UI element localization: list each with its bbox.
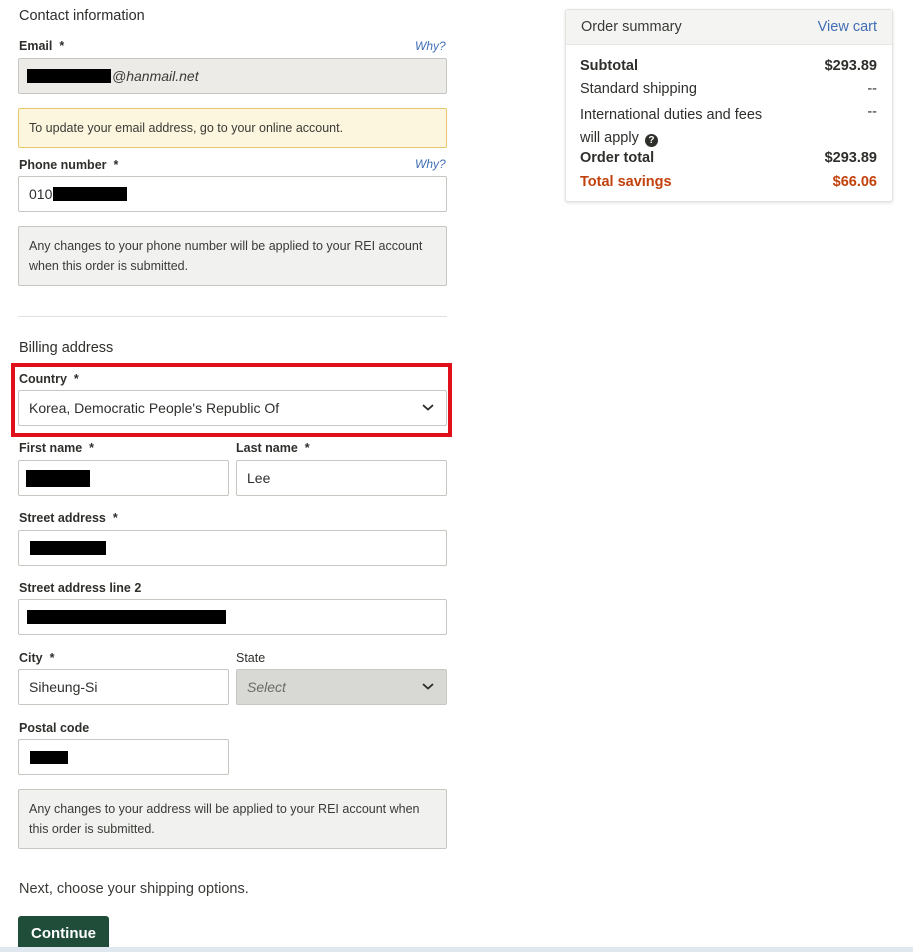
order-summary-title: Order summary xyxy=(581,19,682,35)
phone-why-link[interactable]: Why? xyxy=(415,157,446,171)
chevron-down-icon xyxy=(422,404,434,411)
street-address-2-label: Street address line 2 xyxy=(19,581,142,595)
duties-value: -- xyxy=(867,104,877,120)
street-address-redaction xyxy=(30,541,106,555)
postal-code-label: Postal code xyxy=(19,721,90,735)
continue-button[interactable]: Continue xyxy=(18,916,109,950)
state-label: State xyxy=(236,651,266,665)
order-total-label: Order total xyxy=(580,150,655,166)
order-summary-header: Order summary View cart xyxy=(566,10,892,45)
street-address-label: Street address * xyxy=(19,511,118,525)
total-savings-label: Total savings xyxy=(580,174,672,190)
first-name-label: First name * xyxy=(19,441,95,455)
country-label: Country * xyxy=(19,372,79,386)
duties-label: International duties and fees will apply… xyxy=(580,107,763,147)
contact-section-title: Contact information xyxy=(19,8,145,24)
street-address-field[interactable] xyxy=(18,530,447,566)
first-name-redaction xyxy=(26,469,90,487)
order-total-value: $293.89 xyxy=(824,150,877,166)
country-select[interactable]: Korea, Democratic People's Republic Of xyxy=(18,390,447,426)
section-divider xyxy=(18,316,447,317)
first-name-field[interactable] xyxy=(18,460,229,496)
email-field: @hanmail.net xyxy=(18,58,447,94)
city-label: City * xyxy=(19,651,55,665)
last-name-field[interactable]: Lee xyxy=(236,460,447,496)
city-field[interactable]: Siheung-Si xyxy=(18,669,229,705)
phone-label: Phone number * xyxy=(19,158,119,172)
total-savings-value: $66.06 xyxy=(832,174,877,190)
next-step-text: Next, choose your shipping options. xyxy=(19,881,249,897)
view-cart-link[interactable]: View cart xyxy=(818,19,877,35)
page-bottom-strip xyxy=(0,947,913,952)
phone-change-notice: Any changes to your phone number will be… xyxy=(18,226,447,286)
phone-redaction xyxy=(53,187,128,201)
address-change-notice: Any changes to your address will be appl… xyxy=(18,789,447,849)
email-redaction xyxy=(27,69,111,83)
phone-field[interactable]: 010 xyxy=(18,176,447,212)
subtotal-label: Subtotal xyxy=(580,58,638,74)
email-why-link[interactable]: Why? xyxy=(415,39,446,53)
email-update-notice: To update your email address, go to your… xyxy=(18,108,447,148)
postal-code-field[interactable] xyxy=(18,739,229,775)
state-select[interactable]: Select xyxy=(236,669,447,705)
chevron-down-icon xyxy=(422,683,434,690)
shipping-value: -- xyxy=(867,81,877,97)
billing-section-title: Billing address xyxy=(19,340,114,356)
shipping-label: Standard shipping xyxy=(580,81,697,97)
subtotal-value: $293.89 xyxy=(824,58,877,74)
last-name-label: Last name * xyxy=(236,441,310,455)
postal-code-redaction xyxy=(30,750,68,764)
email-label: Email * xyxy=(19,39,65,53)
street-address-2-field[interactable] xyxy=(18,599,447,635)
street-address-2-redaction xyxy=(27,610,226,624)
question-circle-icon[interactable]: ? xyxy=(644,134,658,147)
